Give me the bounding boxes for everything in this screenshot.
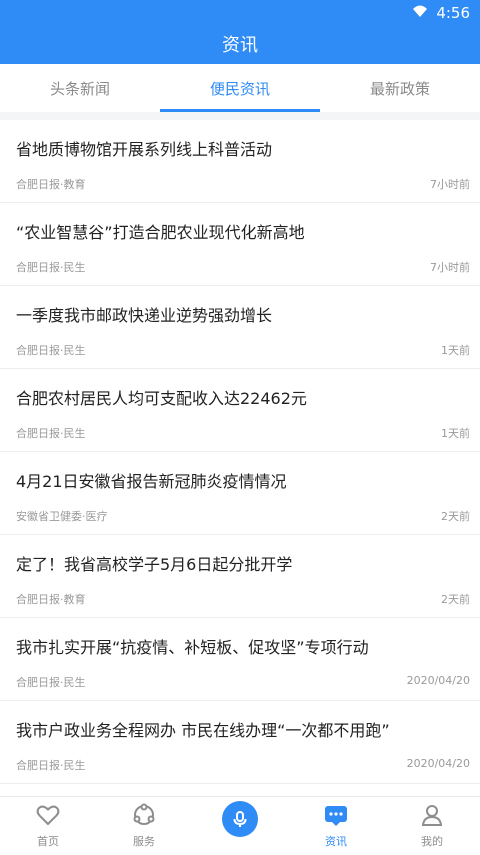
service-icon [130, 801, 158, 829]
list-item[interactable]: 我市扎实开展“抗疫情、补短板、促攻坚”专项行动 合肥日报·民生 2020/04/… [0, 618, 480, 701]
list-item[interactable]: 合肥农村居民人均可支配收入达22462元 合肥日报·民生 1天前 [0, 369, 480, 452]
list-item[interactable]: 定了！我省高校学子5月6日起分批开学 合肥日报·教育 2天前 [0, 535, 480, 618]
news-title: 省地质博物馆开展系列线上科普活动 [16, 140, 273, 159]
news-title: 4月21日安徽省报告新冠肺炎疫情情况 [16, 472, 287, 491]
news-time: 2020/04/20 [406, 674, 470, 687]
chat-icon [322, 801, 350, 829]
news-source: 合肥日报·民生 [16, 759, 86, 772]
list-item[interactable]: “农业智慧谷”打造合肥农业现代化新高地 合肥日报·民生 7小时前 [0, 203, 480, 286]
status-time: 4:56 [436, 4, 470, 22]
nav-profile[interactable]: 我的 [384, 797, 480, 855]
list-item[interactable]: 一季度我市邮政快递业逆势强劲增长 合肥日报·民生 1天前 [0, 286, 480, 369]
tab-headlines[interactable]: 头条新闻 [0, 64, 160, 112]
tab-latest-policy[interactable]: 最新政策 [320, 64, 480, 112]
heart-icon [34, 801, 62, 829]
news-title: 合肥农村居民人均可支配收入达22462元 [16, 389, 307, 408]
list-item[interactable]: 4月21日安徽省报告新冠肺炎疫情情况 安徽省卫健委·医疗 2天前 [0, 452, 480, 535]
bottom-navigation: 首页 服务 资讯 我的 [0, 796, 480, 855]
news-time: 7小时前 [430, 261, 470, 274]
news-source: 合肥日报·教育 [16, 178, 86, 191]
news-title: 我市扎实开展“抗疫情、补短板、促攻坚”专项行动 [16, 638, 369, 657]
news-time: 7小时前 [430, 178, 470, 191]
news-title: 定了！我省高校学子5月6日起分批开学 [16, 555, 293, 574]
nav-news-label: 资讯 [325, 835, 347, 848]
news-list: 省地质博物馆开展系列线上科普活动 合肥日报·教育 7小时前 “农业智慧谷”打造合… [0, 120, 480, 796]
news-source: 合肥日报·民生 [16, 427, 86, 440]
list-item[interactable]: 省地质博物馆开展系列线上科普活动 合肥日报·教育 7小时前 [0, 120, 480, 203]
news-title: 我市户政业务全程网办 市民在线办理“一次都不用跑” [16, 721, 390, 740]
tab-convenience-news[interactable]: 便民资讯 [160, 64, 320, 112]
title-bar: 资讯 [0, 24, 480, 64]
news-time: 2020/04/20 [406, 757, 470, 770]
microphone-icon [222, 801, 258, 837]
news-source: 合肥日报·民生 [16, 676, 86, 689]
news-time: 2天前 [441, 510, 470, 523]
news-source: 安徽省卫健委·医疗 [16, 510, 108, 523]
nav-home[interactable]: 首页 [0, 797, 96, 855]
status-right: 4:56 [412, 3, 470, 23]
news-title: 一季度我市邮政快递业逆势强劲增长 [16, 306, 273, 325]
page-title: 资讯 [222, 35, 258, 56]
news-source: 合肥日报·教育 [16, 593, 86, 606]
news-source: 合肥日报·民生 [16, 261, 86, 274]
nav-news[interactable]: 资讯 [288, 797, 384, 855]
wifi-icon [412, 3, 428, 23]
news-time: 1天前 [441, 344, 470, 357]
nav-profile-label: 我的 [421, 835, 443, 848]
news-time: 2天前 [441, 593, 470, 606]
news-title: “农业智慧谷”打造合肥农业现代化新高地 [16, 223, 305, 242]
nav-voice[interactable] [192, 797, 288, 855]
list-item[interactable]: 我市户政业务全程网办 市民在线办理“一次都不用跑” 合肥日报·民生 2020/0… [0, 701, 480, 784]
user-icon [418, 801, 446, 829]
news-time: 1天前 [441, 427, 470, 440]
status-bar: 4:56 [0, 0, 480, 24]
news-source: 合肥日报·民生 [16, 344, 86, 357]
nav-home-label: 首页 [37, 835, 59, 848]
nav-services[interactable]: 服务 [96, 797, 192, 855]
tab-bar: 头条新闻 便民资讯 最新政策 [0, 64, 480, 112]
nav-services-label: 服务 [133, 835, 155, 848]
